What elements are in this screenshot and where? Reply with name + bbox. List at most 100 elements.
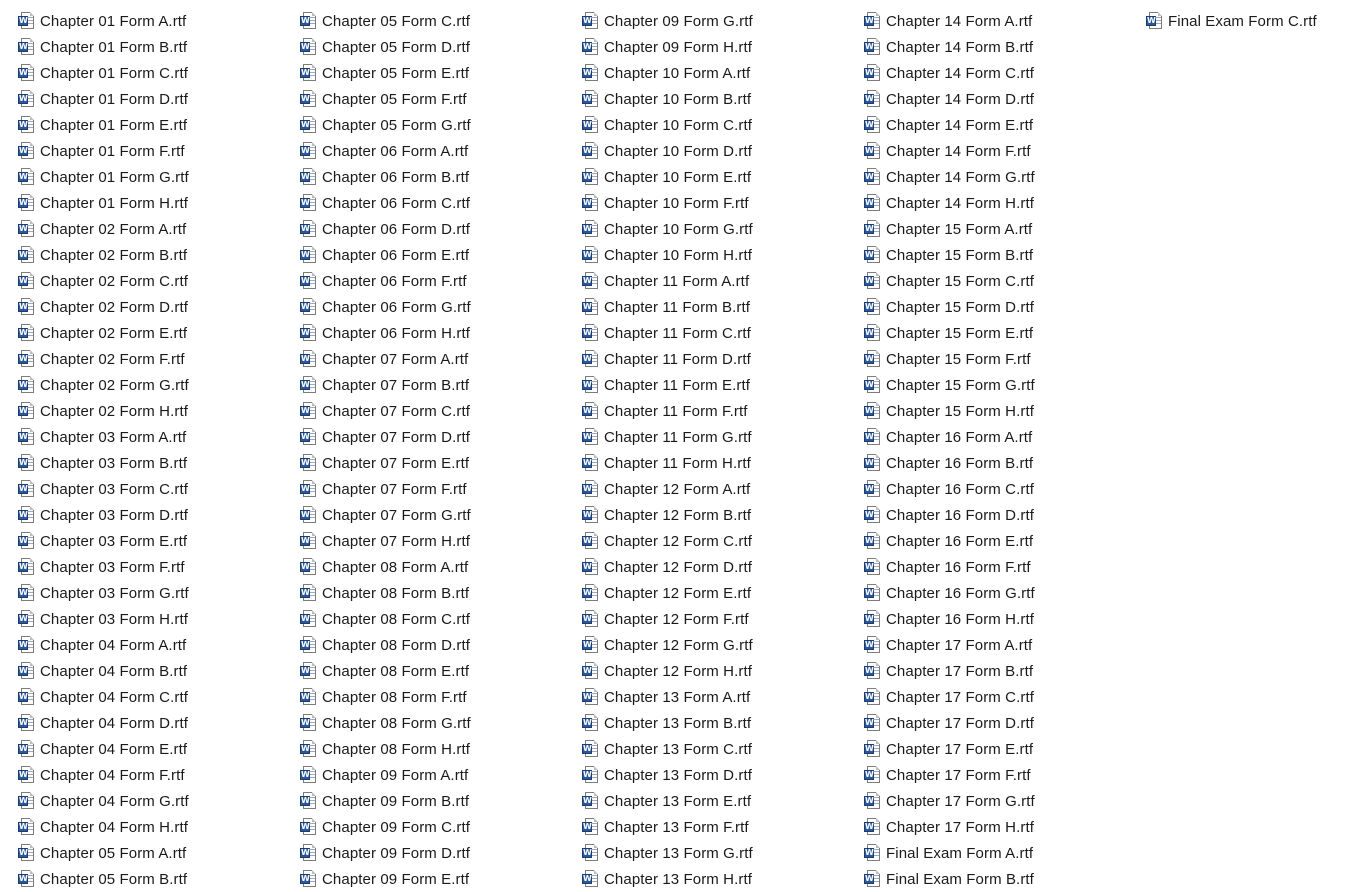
file-item[interactable]: W Chapter 13 Form B.rtf [582, 710, 862, 736]
file-item[interactable]: W Chapter 15 Form H.rtf [864, 398, 1144, 424]
file-item[interactable]: W Chapter 12 Form E.rtf [582, 580, 862, 606]
file-item[interactable]: W Chapter 03 Form D.rtf [18, 502, 298, 528]
file-item[interactable]: W Chapter 15 Form F.rtf [864, 346, 1144, 372]
file-item[interactable]: W Chapter 01 Form H.rtf [18, 190, 298, 216]
file-item[interactable]: W Chapter 16 Form A.rtf [864, 424, 1144, 450]
file-item[interactable]: W Chapter 06 Form F.rtf [300, 268, 580, 294]
file-item[interactable]: W Chapter 05 Form E.rtf [300, 60, 580, 86]
file-item[interactable]: W Chapter 11 Form B.rtf [582, 294, 862, 320]
file-item[interactable]: W Chapter 01 Form B.rtf [18, 34, 298, 60]
file-item[interactable]: W Chapter 17 Form B.rtf [864, 658, 1144, 684]
file-item[interactable]: W Chapter 04 Form F.rtf [18, 762, 298, 788]
file-item[interactable]: W Chapter 14 Form B.rtf [864, 34, 1144, 60]
file-item[interactable]: W Chapter 07 Form H.rtf [300, 528, 580, 554]
file-item[interactable]: W Chapter 12 Form C.rtf [582, 528, 862, 554]
file-item[interactable]: W Chapter 02 Form A.rtf [18, 216, 298, 242]
file-item[interactable]: W Chapter 10 Form F.rtf [582, 190, 862, 216]
file-item[interactable]: W Chapter 16 Form D.rtf [864, 502, 1144, 528]
file-item[interactable]: W Chapter 01 Form C.rtf [18, 60, 298, 86]
file-item[interactable]: W Chapter 12 Form A.rtf [582, 476, 862, 502]
file-item[interactable]: W Chapter 16 Form G.rtf [864, 580, 1144, 606]
file-item[interactable]: W Chapter 11 Form F.rtf [582, 398, 862, 424]
file-item[interactable]: W Chapter 08 Form H.rtf [300, 736, 580, 762]
file-item[interactable]: W Chapter 02 Form C.rtf [18, 268, 298, 294]
file-item[interactable]: W Chapter 07 Form C.rtf [300, 398, 580, 424]
file-item[interactable]: W Chapter 17 Form G.rtf [864, 788, 1144, 814]
file-item[interactable]: W Chapter 07 Form D.rtf [300, 424, 580, 450]
file-item[interactable]: W Chapter 13 Form A.rtf [582, 684, 862, 710]
file-item[interactable]: W Chapter 09 Form G.rtf [582, 8, 862, 34]
file-item[interactable]: W Chapter 01 Form G.rtf [18, 164, 298, 190]
file-item[interactable]: W Chapter 04 Form D.rtf [18, 710, 298, 736]
file-item[interactable]: W Chapter 14 Form G.rtf [864, 164, 1144, 190]
file-item[interactable]: W Chapter 14 Form E.rtf [864, 112, 1144, 138]
file-item[interactable]: W Chapter 16 Form C.rtf [864, 476, 1144, 502]
file-item[interactable]: W Chapter 05 Form D.rtf [300, 34, 580, 60]
file-item[interactable]: W Chapter 09 Form C.rtf [300, 814, 580, 840]
file-item[interactable]: W Chapter 06 Form D.rtf [300, 216, 580, 242]
file-item[interactable]: W Chapter 08 Form E.rtf [300, 658, 580, 684]
file-item[interactable]: W Chapter 14 Form H.rtf [864, 190, 1144, 216]
file-item[interactable]: W Chapter 06 Form H.rtf [300, 320, 580, 346]
file-item[interactable]: W Chapter 03 Form A.rtf [18, 424, 298, 450]
file-item[interactable]: W Chapter 04 Form A.rtf [18, 632, 298, 658]
file-item[interactable]: W Chapter 13 Form F.rtf [582, 814, 862, 840]
file-item[interactable]: W Chapter 11 Form A.rtf [582, 268, 862, 294]
file-item[interactable]: W Chapter 14 Form D.rtf [864, 86, 1144, 112]
file-item[interactable]: W Chapter 05 Form G.rtf [300, 112, 580, 138]
file-item[interactable]: W Chapter 07 Form F.rtf [300, 476, 580, 502]
file-item[interactable]: W Chapter 02 Form B.rtf [18, 242, 298, 268]
file-item[interactable]: W Chapter 07 Form B.rtf [300, 372, 580, 398]
file-item[interactable]: W Chapter 17 Form E.rtf [864, 736, 1144, 762]
file-item[interactable]: W Chapter 09 Form B.rtf [300, 788, 580, 814]
file-item[interactable]: W Chapter 17 Form F.rtf [864, 762, 1144, 788]
file-item[interactable]: W Chapter 15 Form D.rtf [864, 294, 1144, 320]
file-item[interactable]: W Chapter 13 Form H.rtf [582, 866, 862, 892]
file-item[interactable]: W Chapter 15 Form G.rtf [864, 372, 1144, 398]
file-item[interactable]: W Chapter 04 Form B.rtf [18, 658, 298, 684]
file-item[interactable]: W Chapter 05 Form A.rtf [18, 840, 298, 866]
file-item[interactable]: W Chapter 06 Form E.rtf [300, 242, 580, 268]
file-item[interactable]: W Chapter 02 Form F.rtf [18, 346, 298, 372]
file-item[interactable]: W Chapter 03 Form B.rtf [18, 450, 298, 476]
file-item[interactable]: W Chapter 13 Form G.rtf [582, 840, 862, 866]
file-item[interactable]: W Chapter 06 Form G.rtf [300, 294, 580, 320]
file-item[interactable]: W Chapter 09 Form D.rtf [300, 840, 580, 866]
file-item[interactable]: W Chapter 03 Form F.rtf [18, 554, 298, 580]
file-item[interactable]: W Chapter 14 Form A.rtf [864, 8, 1144, 34]
file-item[interactable]: W Chapter 15 Form E.rtf [864, 320, 1144, 346]
file-item[interactable]: W Chapter 15 Form C.rtf [864, 268, 1144, 294]
file-item[interactable]: W Chapter 14 Form C.rtf [864, 60, 1144, 86]
file-item[interactable]: W Chapter 17 Form C.rtf [864, 684, 1144, 710]
file-item[interactable]: W Chapter 11 Form C.rtf [582, 320, 862, 346]
file-item[interactable]: W Chapter 13 Form C.rtf [582, 736, 862, 762]
file-item[interactable]: W Chapter 09 Form E.rtf [300, 866, 580, 892]
file-item[interactable]: W Chapter 05 Form F.rtf [300, 86, 580, 112]
file-item[interactable]: W Chapter 01 Form F.rtf [18, 138, 298, 164]
file-item[interactable]: W Chapter 11 Form D.rtf [582, 346, 862, 372]
file-item[interactable]: W Chapter 03 Form G.rtf [18, 580, 298, 606]
file-item[interactable]: W Chapter 17 Form A.rtf [864, 632, 1144, 658]
file-item[interactable]: W Chapter 11 Form H.rtf [582, 450, 862, 476]
file-item[interactable]: W Chapter 08 Form F.rtf [300, 684, 580, 710]
file-item[interactable]: W Chapter 03 Form E.rtf [18, 528, 298, 554]
file-item[interactable]: W Final Exam Form A.rtf [864, 840, 1144, 866]
file-item[interactable]: W Chapter 15 Form B.rtf [864, 242, 1144, 268]
file-item[interactable]: W Chapter 17 Form H.rtf [864, 814, 1144, 840]
file-item[interactable]: W Chapter 04 Form H.rtf [18, 814, 298, 840]
file-item[interactable]: W Chapter 12 Form G.rtf [582, 632, 862, 658]
file-item[interactable]: W Chapter 02 Form H.rtf [18, 398, 298, 424]
file-item[interactable]: W Chapter 16 Form B.rtf [864, 450, 1144, 476]
file-item[interactable]: W Chapter 02 Form G.rtf [18, 372, 298, 398]
file-item[interactable]: W Chapter 04 Form C.rtf [18, 684, 298, 710]
file-item[interactable]: W Final Exam Form B.rtf [864, 866, 1144, 892]
file-item[interactable]: W Chapter 02 Form D.rtf [18, 294, 298, 320]
file-item[interactable]: W Chapter 06 Form C.rtf [300, 190, 580, 216]
file-item[interactable]: W Chapter 10 Form E.rtf [582, 164, 862, 190]
file-item[interactable]: W Chapter 06 Form B.rtf [300, 164, 580, 190]
file-item[interactable]: W Chapter 05 Form B.rtf [18, 866, 298, 892]
file-item[interactable]: W Chapter 08 Form C.rtf [300, 606, 580, 632]
file-item[interactable]: W Chapter 08 Form G.rtf [300, 710, 580, 736]
file-item[interactable]: W Chapter 15 Form A.rtf [864, 216, 1144, 242]
file-item[interactable]: W Chapter 04 Form G.rtf [18, 788, 298, 814]
